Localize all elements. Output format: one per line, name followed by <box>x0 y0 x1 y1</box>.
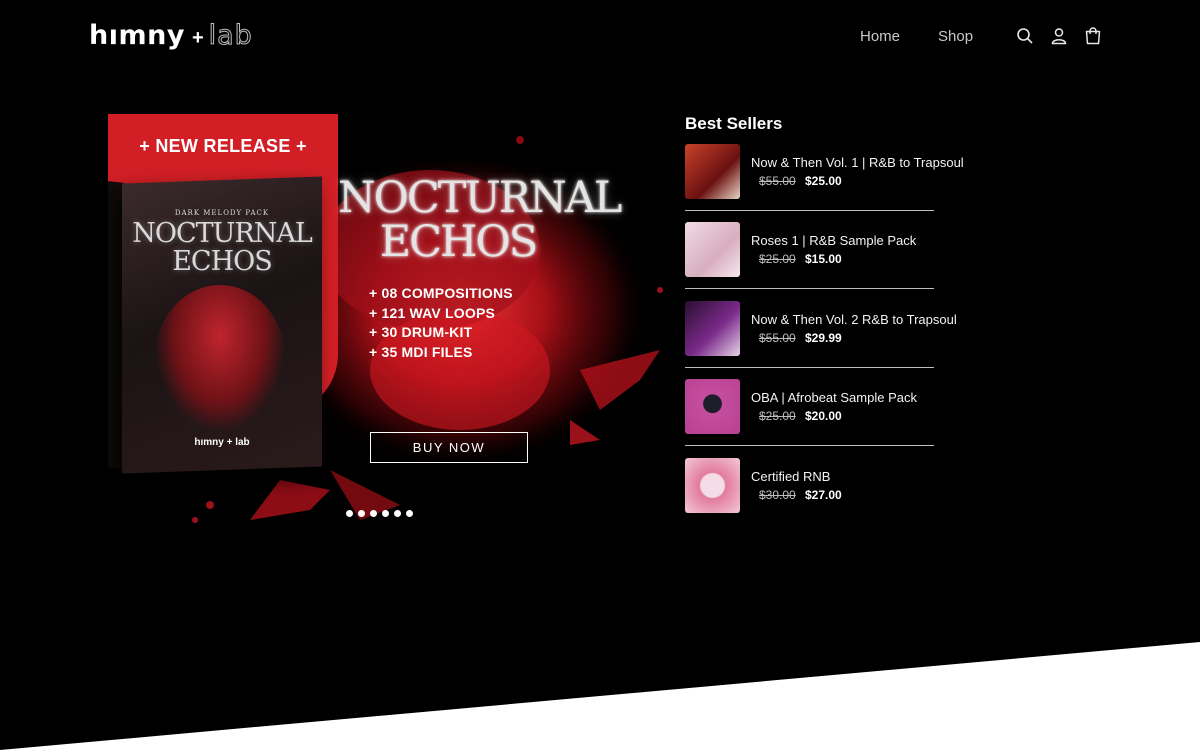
logo-lab: lab <box>208 20 253 52</box>
cart-icon[interactable] <box>1084 27 1102 45</box>
sale-price: $20.00 <box>805 409 842 424</box>
slide-dot-2[interactable] <box>358 510 365 517</box>
original-price: $55.00 <box>759 330 796 345</box>
divider <box>685 288 934 290</box>
logo-plus: + <box>191 27 204 49</box>
hero-banner[interactable]: + NEW RELEASE + DARK MELODY PACK NOCTURN… <box>100 110 680 540</box>
feature-item: + 121 WAV LOOPS <box>369 304 496 321</box>
banner-title: NOCTURNAL ECHOS <box>338 173 622 267</box>
product-thumbnail[interactable] <box>685 300 740 356</box>
slide-dot-6[interactable] <box>406 510 413 517</box>
product-thumbnail[interactable] <box>685 457 740 513</box>
best-sellers-list: Now & Then Vol. 1 | R&B to Trapsoul $55.… <box>685 144 964 536</box>
list-item[interactable]: Roses 1 | R&B Sample Pack $25.00 $15.00 <box>685 222 935 300</box>
site-logo[interactable]: hımny + lab <box>89 20 253 52</box>
product-thumbnail[interactable] <box>685 144 740 199</box>
new-release-badge: + NEW RELEASE + <box>139 136 307 156</box>
list-item[interactable]: OBA | Afrobeat Sample Pack $25.00 $20.00 <box>685 379 935 457</box>
feature-item: + 08 COMPOSITIONS <box>369 285 513 301</box>
list-item[interactable]: Certified RNB $30.00 $27.00 <box>685 457 935 536</box>
sale-price: $27.00 <box>805 487 842 502</box>
sale-price: $29.99 <box>805 330 842 345</box>
account-icon[interactable] <box>1050 27 1068 45</box>
product-name[interactable]: Now & Then Vol. 2 R&B to Trapsoul <box>751 312 957 327</box>
buy-now-button[interactable]: BUY NOW <box>370 432 528 463</box>
slide-dot-3[interactable] <box>370 510 377 517</box>
box-subtitle: DARK MELODY PACK <box>174 209 270 217</box>
divider <box>685 366 934 368</box>
box-logo: hımny + lab <box>194 437 250 448</box>
product-thumbnail[interactable] <box>685 222 740 278</box>
divider <box>685 210 934 211</box>
nav-home[interactable]: Home <box>860 28 900 45</box>
feature-item: + 30 DRUM-KIT <box>369 324 473 340</box>
original-price: $25.00 <box>759 409 796 424</box>
slide-dot-1[interactable] <box>346 510 353 517</box>
sale-price: $15.00 <box>805 252 842 267</box>
box-title: NOCTURNAL ECHOS <box>132 218 313 277</box>
product-name[interactable]: Now & Then Vol. 1 | R&B to Trapsoul <box>751 155 964 170</box>
original-price: $30.00 <box>759 487 796 502</box>
original-price: $55.00 <box>759 174 796 188</box>
product-thumbnail[interactable] <box>685 379 740 435</box>
divider <box>685 445 934 447</box>
sale-price: $25.00 <box>805 174 842 188</box>
slide-dot-4[interactable] <box>382 510 389 517</box>
search-icon[interactable] <box>1016 27 1034 45</box>
nav-shop[interactable]: Shop <box>938 28 973 45</box>
original-price: $25.00 <box>759 252 796 267</box>
list-item[interactable]: Now & Then Vol. 1 | R&B to Trapsoul $55.… <box>685 144 964 222</box>
feature-item: + 35 MDI FILES <box>369 343 473 360</box>
product-name[interactable]: Certified RNB <box>751 469 830 484</box>
feature-list: + 08 COMPOSITIONS + 121 WAV LOOPS + 30 D… <box>369 284 513 362</box>
product-name[interactable]: OBA | Afrobeat Sample Pack <box>751 390 917 405</box>
logo-wordmark: hımny <box>89 20 185 51</box>
product-name[interactable]: Roses 1 | R&B Sample Pack <box>751 233 916 248</box>
best-sellers-heading: Best Sellers <box>685 114 783 133</box>
slide-dots <box>346 510 413 517</box>
slide-dot-5[interactable] <box>394 510 401 517</box>
ghost-figure <box>155 285 285 430</box>
list-item[interactable]: Now & Then Vol. 2 R&B to Trapsoul $55.00… <box>685 300 957 379</box>
